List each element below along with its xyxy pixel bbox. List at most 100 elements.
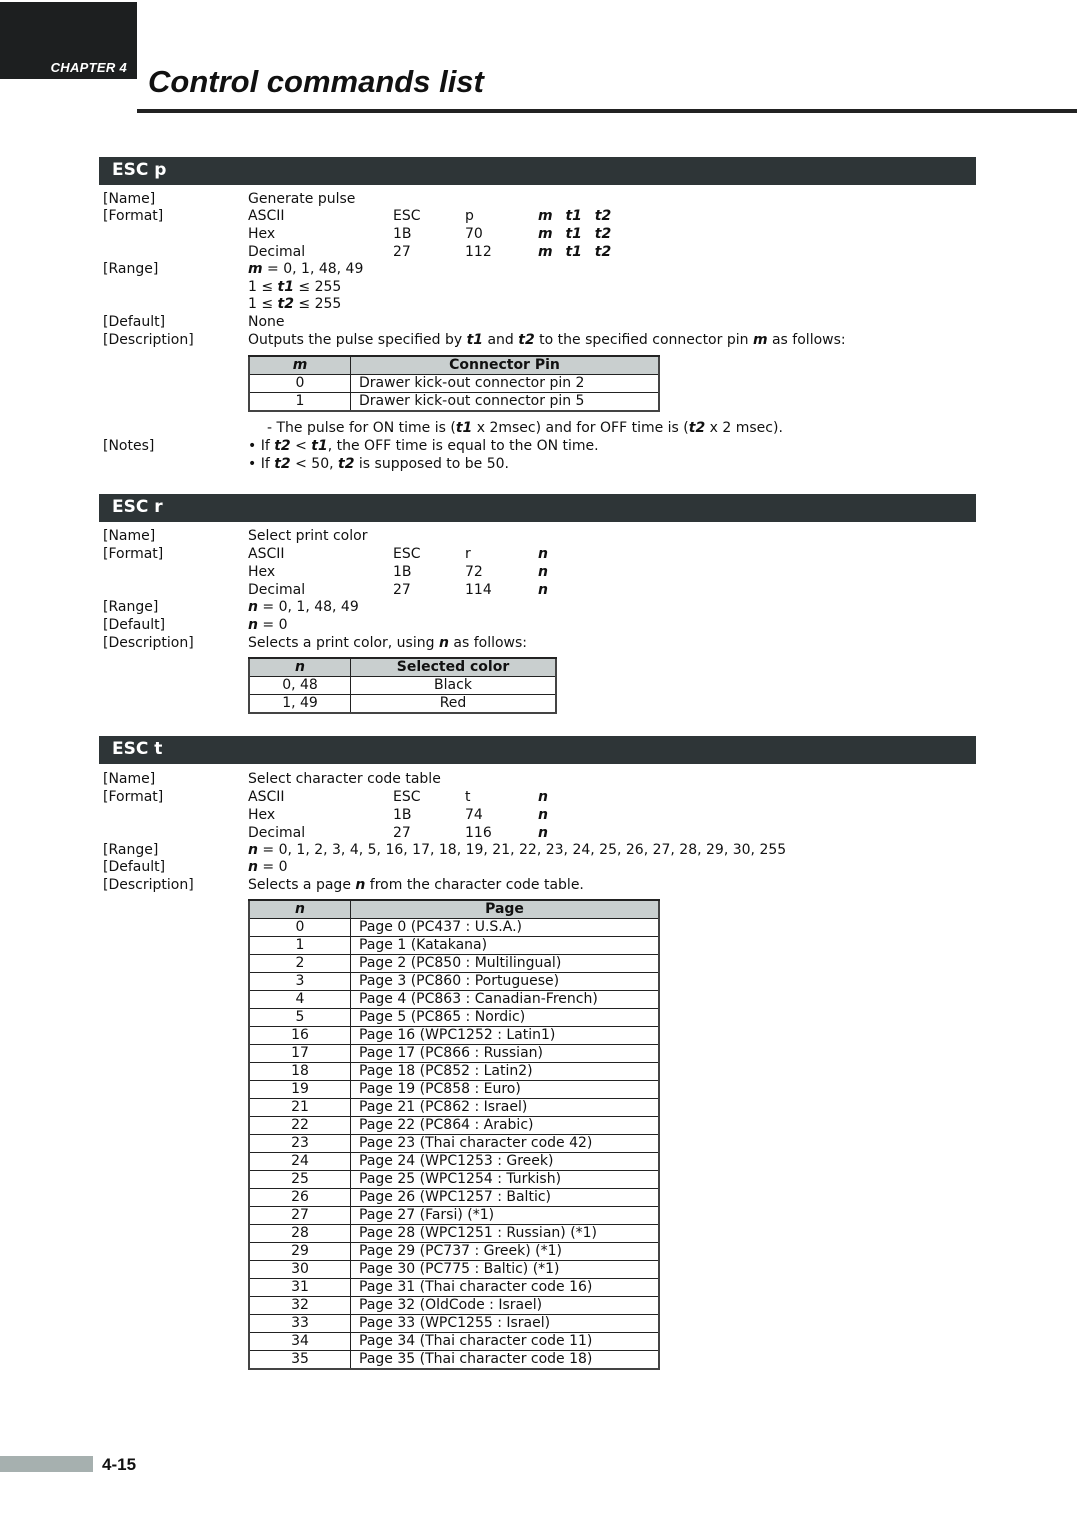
- table-cell-value: Page 25 (WPC1254 : Turkish): [350, 1170, 660, 1189]
- table-cell-value: Page 16 (WPC1252 : Latin1): [350, 1026, 660, 1045]
- default-value: n = 0: [248, 617, 288, 633]
- format-type: ASCII: [248, 546, 285, 562]
- table-cell-value: Page 1 (Katakana): [350, 936, 660, 955]
- table-cell-value: Page 31 (Thai character code 16): [350, 1278, 660, 1297]
- format-params: n: [538, 789, 548, 805]
- column-header: Connector Pin: [350, 355, 660, 375]
- table-row: 0 Page 0 (PC437 : U.S.A.): [248, 918, 660, 937]
- table-cell-key: 24: [248, 1152, 351, 1171]
- table-row: 30 Page 30 (PC775 : Baltic) (*1): [248, 1260, 660, 1279]
- table-cell-value: Page 4 (PC863 : Canadian-French): [350, 990, 660, 1009]
- format-params: n: [538, 825, 548, 841]
- format-label: [Format]: [103, 546, 164, 562]
- format-byte: 72: [465, 564, 483, 580]
- range-value: 1 ≤ t1 ≤ 255: [248, 279, 342, 295]
- note-item: • If t2 < 50, t2 is supposed to be 50.: [248, 456, 510, 472]
- format-byte: 27: [393, 825, 411, 841]
- format-byte: 27: [393, 582, 411, 598]
- description-text: Selects a page n from the character code…: [248, 877, 584, 893]
- format-byte: 1B: [393, 564, 412, 580]
- format-byte: ESC: [393, 208, 421, 224]
- notes-label: [Notes]: [103, 438, 155, 454]
- section-heading-text: ESC t: [112, 739, 163, 759]
- table-cell-value: Page 30 (PC775 : Baltic) (*1): [350, 1260, 660, 1279]
- table-header-row: m Connector Pin: [248, 355, 660, 375]
- connector-pin-table: m Connector Pin 0 Drawer kick-out connector…: [248, 355, 660, 412]
- range-value: n = 0, 1, 2, 3, 4, 5, 16, 17, 18, 19, 21…: [248, 842, 787, 858]
- table-cell-key: 32: [248, 1296, 351, 1315]
- format-byte: p: [465, 208, 474, 224]
- page-number: 4-15: [102, 1455, 137, 1474]
- description-label: [Description]: [103, 877, 194, 893]
- table-cell-value: Page 27 (Farsi) (*1): [350, 1206, 660, 1225]
- format-params: n: [538, 582, 548, 598]
- description-text: Selects a print color, using n as follow…: [248, 635, 527, 651]
- table-cell-key: 16: [248, 1026, 351, 1045]
- table-cell-key: 19: [248, 1080, 351, 1099]
- table-row: 18 Page 18 (PC852 : Latin2): [248, 1062, 660, 1081]
- format-byte: t: [465, 789, 471, 805]
- table-cell-key: 1: [248, 392, 351, 412]
- section-heading-esc-r: ESC r: [99, 494, 976, 522]
- footer-bar: [0, 1456, 93, 1472]
- table-row: 28 Page 28 (WPC1251 : Russian) (*1): [248, 1224, 660, 1243]
- chapter-block: CHAPTER 4: [0, 2, 137, 79]
- format-byte: 114: [465, 582, 492, 598]
- format-byte: 70: [465, 226, 483, 242]
- table-cell-value: Page 26 (WPC1257 : Baltic): [350, 1188, 660, 1207]
- range-value: n = 0, 1, 48, 49: [248, 599, 359, 615]
- table-cell-value: Page 21 (PC862 : Israel): [350, 1098, 660, 1117]
- table-row: 19 Page 19 (PC858 : Euro): [248, 1080, 660, 1099]
- table-cell-value: Red: [350, 694, 557, 714]
- table-cell-key: 28: [248, 1224, 351, 1243]
- range-label: [Range]: [103, 599, 159, 615]
- format-params: m t1 t2: [538, 208, 612, 224]
- format-label: [Format]: [103, 208, 164, 224]
- default-label: [Default]: [103, 314, 166, 330]
- range-value: m = 0, 1, 48, 49: [248, 261, 364, 277]
- table-row: 26 Page 26 (WPC1257 : Baltic): [248, 1188, 660, 1207]
- format-byte: 112: [465, 244, 492, 260]
- table-cell-key: 0: [248, 918, 351, 937]
- table-cell-key: 3: [248, 972, 351, 991]
- table-cell-value: Page 34 (Thai character code 11): [350, 1332, 660, 1351]
- table-cell-value: Page 35 (Thai character code 18): [350, 1350, 660, 1370]
- table-cell-value: Page 5 (PC865 : Nordic): [350, 1008, 660, 1027]
- note-item: • If t2 < t1, the OFF time is equal to t…: [248, 438, 599, 454]
- table-row: 1 Drawer kick-out connector pin 5: [248, 392, 660, 412]
- name-value: Select character code table: [248, 771, 441, 787]
- format-type: Hex: [248, 226, 276, 242]
- format-params: n: [538, 807, 548, 823]
- format-type: ASCII: [248, 208, 285, 224]
- table-row: 1 Page 1 (Katakana): [248, 936, 660, 955]
- format-byte: 74: [465, 807, 483, 823]
- name-label: [Name]: [103, 191, 156, 207]
- column-header: n: [248, 657, 351, 677]
- range-label: [Range]: [103, 261, 159, 277]
- format-byte: 1B: [393, 807, 412, 823]
- table-cell-value: Page 32 (OldCode : Israel): [350, 1296, 660, 1315]
- table-cell-value: Drawer kick-out connector pin 5: [350, 392, 660, 412]
- table-row: 3 Page 3 (PC860 : Portuguese): [248, 972, 660, 991]
- format-byte: 1B: [393, 226, 412, 242]
- table-row: 4 Page 4 (PC863 : Canadian-French): [248, 990, 660, 1009]
- table-cell-key: 18: [248, 1062, 351, 1081]
- table-cell-key: 4: [248, 990, 351, 1009]
- table-row: 21 Page 21 (PC862 : Israel): [248, 1098, 660, 1117]
- column-header: n: [248, 899, 351, 919]
- table-cell-value: Page 22 (PC864 : Arabic): [350, 1116, 660, 1135]
- format-type: ASCII: [248, 789, 285, 805]
- column-header: Selected color: [350, 657, 557, 677]
- table-cell-key: 1: [248, 936, 351, 955]
- default-label: [Default]: [103, 617, 166, 633]
- table-cell-key: 25: [248, 1170, 351, 1189]
- table-cell-value: Page 2 (PC850 : Multilingual): [350, 954, 660, 973]
- table-cell-key: 33: [248, 1314, 351, 1333]
- table-header-row: n Page: [248, 899, 660, 919]
- table-cell-key: 31: [248, 1278, 351, 1297]
- section-heading-esc-p: ESC p: [99, 157, 976, 185]
- default-value: n = 0: [248, 859, 288, 875]
- pulse-note: - The pulse for ON time is (t1 x 2msec) …: [267, 420, 783, 436]
- table-cell-key: 26: [248, 1188, 351, 1207]
- name-label: [Name]: [103, 771, 156, 787]
